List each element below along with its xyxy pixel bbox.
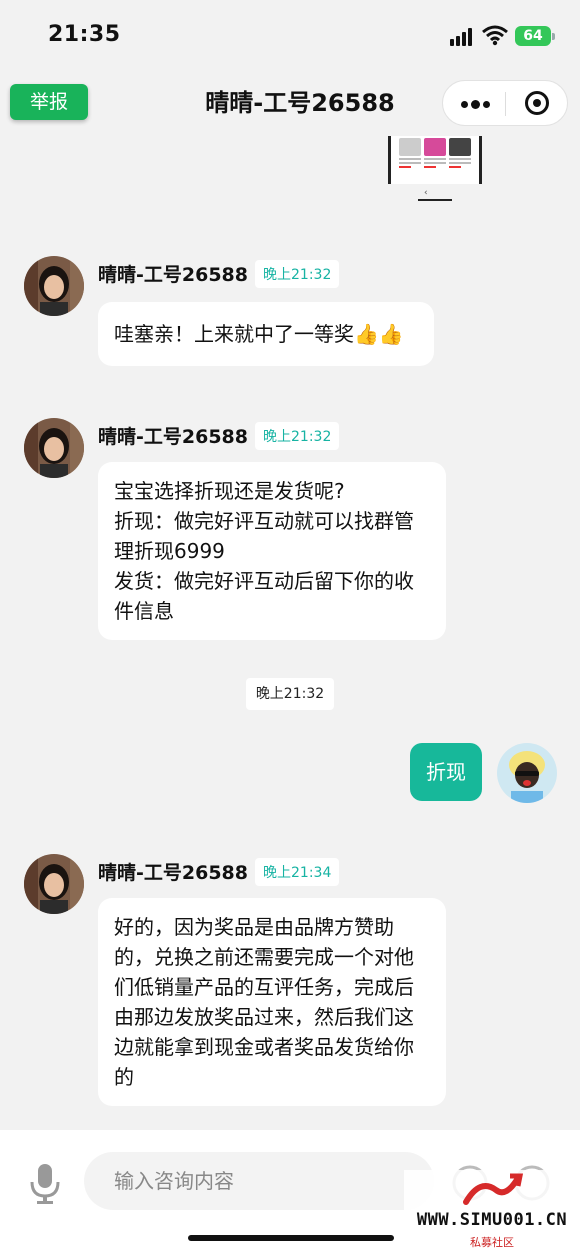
message-bubble: 宝宝选择折现还是发货呢? 折现：做完好评互动就可以找群管 理折现6999 发货：…: [98, 462, 446, 640]
watermark: WWW.SIMU001.CN 私募社区: [404, 1170, 580, 1255]
message-line: 折现：做完好评互动就可以找群管: [114, 509, 414, 533]
watermark-subtitle: 私募社区: [470, 1236, 514, 1249]
message-input[interactable]: 输入咨询内容: [84, 1152, 434, 1210]
status-time: 21:35: [48, 22, 121, 47]
agent-avatar[interactable]: [24, 418, 84, 478]
chevron-left-icon: ‹: [424, 188, 428, 198]
user-avatar[interactable]: [497, 743, 557, 803]
page-title: 晴晴-工号26588: [205, 89, 395, 117]
chat-header: 举报 晴晴-工号26588: [0, 70, 580, 138]
product-image-strip[interactable]: [388, 136, 482, 184]
message-line: 的，兑换之前还需要完成一个对他: [114, 945, 414, 969]
signal-icon: [450, 28, 474, 46]
message-bubble: 哇塞亲！上来就中了一等奖👍👍: [98, 302, 434, 366]
microphone-icon[interactable]: [28, 1162, 62, 1204]
close-icon[interactable]: [525, 91, 549, 115]
status-bar: 21:35 64: [0, 0, 580, 70]
message-line: 宝宝选择折现还是发货呢?: [114, 479, 345, 503]
message-line: 的: [114, 1065, 134, 1089]
message-bubble: 好的，因为奖品是由品牌方赞助 的，兑换之前还需要完成一个对他 们低销量产品的互评…: [98, 898, 446, 1106]
report-button[interactable]: 举报: [10, 84, 88, 120]
message-line: 件信息: [114, 599, 174, 623]
mini-program-capsule: [442, 80, 568, 126]
more-icon[interactable]: [457, 93, 491, 115]
message-time: 晚上21:34: [255, 858, 340, 886]
message-sent: 折现: [410, 743, 482, 801]
message-line: 好的，因为奖品是由品牌方赞助: [114, 915, 394, 939]
watermark-logo-icon: [463, 1173, 524, 1205]
message-line: 发货：做完好评互动后留下你的收: [114, 569, 414, 593]
sender-name: 晴晴-工号26588: [98, 426, 248, 448]
message-line: 由那边发放奖品过来，然后我们这: [114, 1005, 414, 1029]
wifi-icon: [482, 25, 508, 46]
capsule-divider: [505, 92, 506, 116]
message-line: 们低销量产品的互评任务，完成后: [114, 975, 414, 999]
agent-avatar[interactable]: [24, 854, 84, 914]
sender-name: 晴晴-工号26588: [98, 264, 248, 286]
agent-avatar[interactable]: [24, 256, 84, 316]
message-time: 晚上21:32: [255, 422, 340, 450]
battery-icon: 64: [515, 26, 555, 46]
message-line: 理折现6999: [114, 539, 225, 563]
message-time: 晚上21:32: [255, 260, 340, 288]
sender-name: 晴晴-工号26588: [98, 862, 248, 884]
center-timestamp: 晚上21:32: [246, 678, 334, 710]
image-underline: [418, 199, 452, 201]
message-line: 边就能拿到现金或者奖品发货给你: [114, 1035, 414, 1059]
watermark-site: WWW.SIMU001.CN: [416, 1210, 568, 1230]
home-indicator: [188, 1235, 394, 1241]
